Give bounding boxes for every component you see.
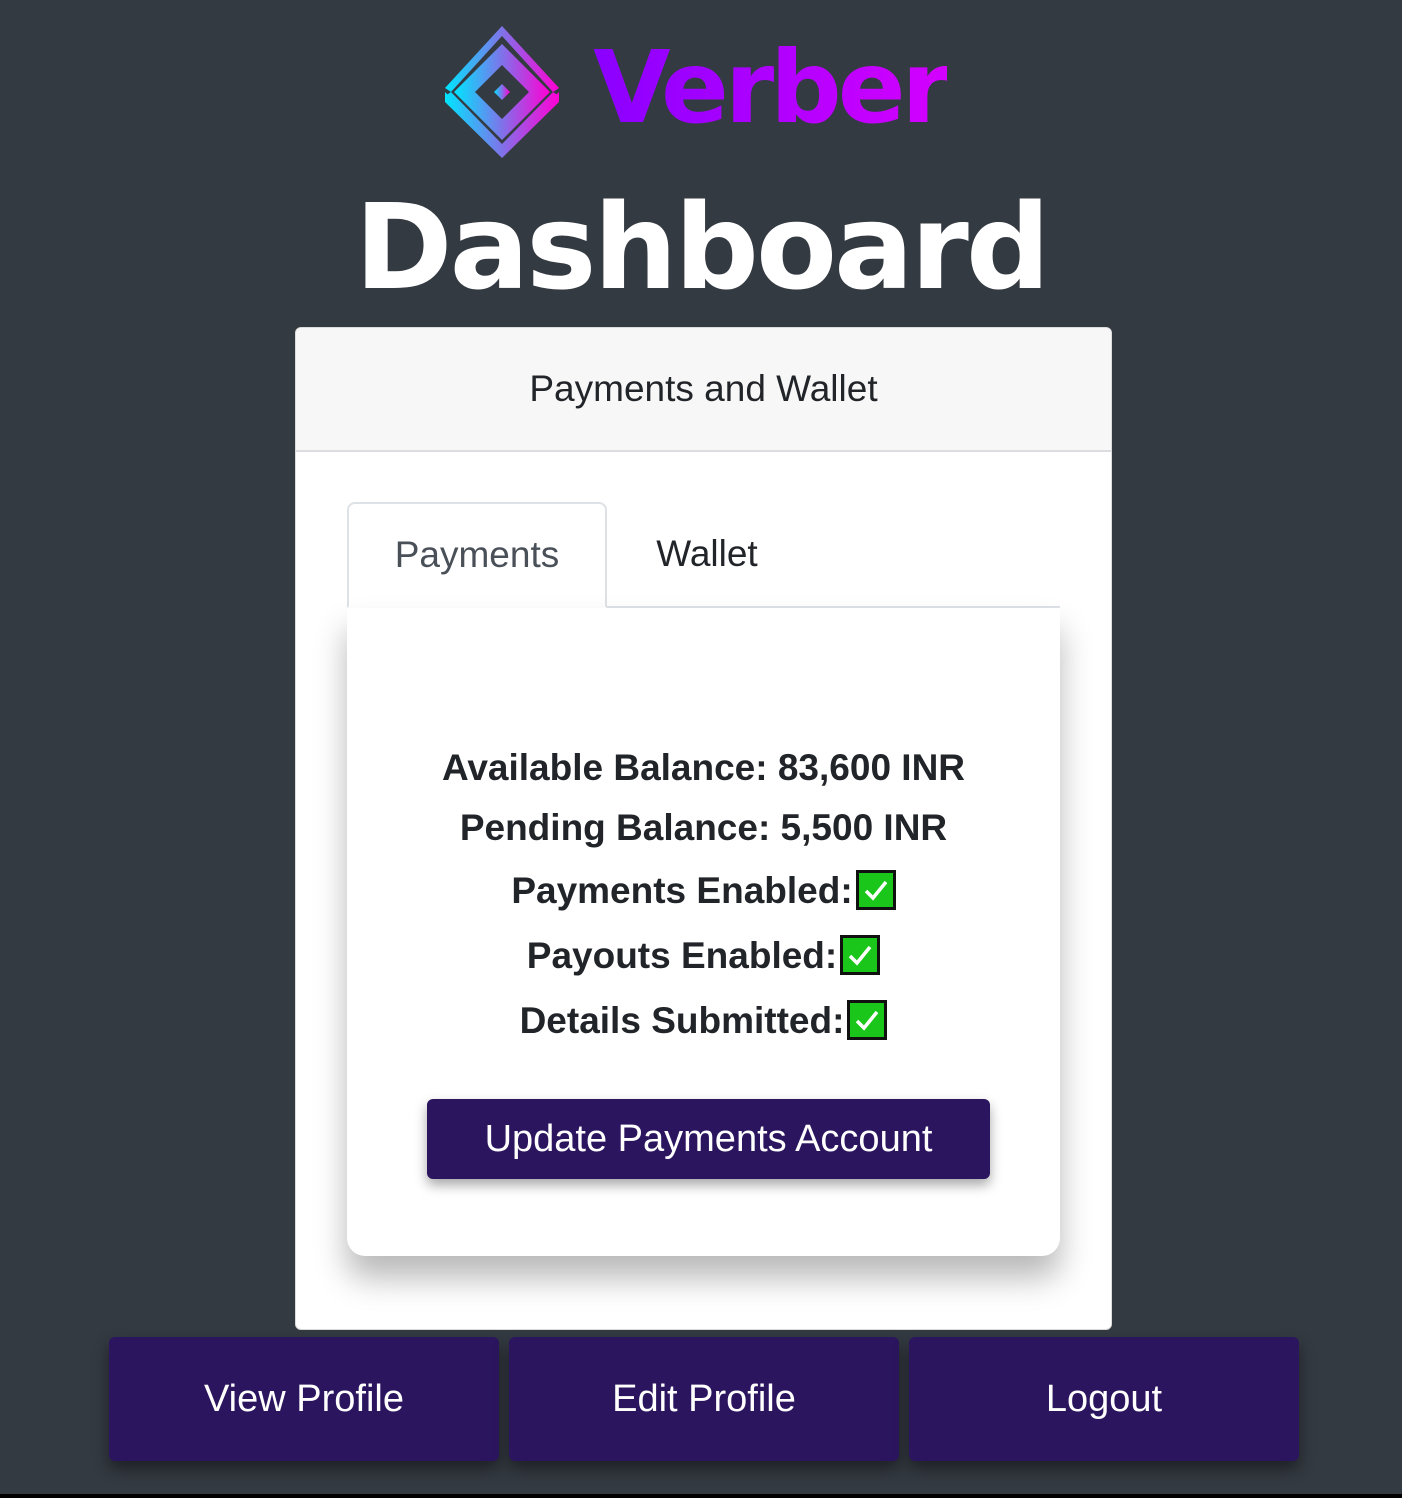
card-header: Payments and Wallet (296, 328, 1111, 452)
payment-stats: Available Balance: 83,600 INR Pending Ba… (347, 738, 1060, 1053)
green-checkmark-icon (840, 935, 881, 976)
brand-name: Verber (593, 29, 951, 146)
details-submitted-row: Details Submitted: (347, 988, 1060, 1053)
details-submitted-label: Details Submitted: (519, 1000, 845, 1041)
page-background: Verber Dashboard Payments and Wallet Pay… (0, 0, 1402, 1494)
brand-header: Verber (0, 22, 1402, 162)
payments-wallet-card: Payments and Wallet Payments Wallet Avai… (295, 327, 1112, 1330)
page-title: Dashboard (354, 178, 1051, 316)
update-payments-account-button[interactable]: Update Payments Account (427, 1099, 990, 1179)
payouts-enabled-label: Payouts Enabled: (526, 935, 838, 976)
edit-profile-button[interactable]: Edit Profile (509, 1337, 899, 1461)
pending-balance: Pending Balance: 5,500 INR (459, 807, 948, 848)
payments-enabled-label: Payments Enabled: (511, 870, 853, 911)
tab-bar: Payments Wallet (347, 502, 1060, 608)
layered-diamond-logo-icon (445, 26, 560, 158)
green-checkmark-icon (855, 870, 896, 911)
tab-wallet[interactable]: Wallet (607, 502, 807, 606)
bottom-divider (0, 1494, 1402, 1498)
green-checkmark-icon (847, 1000, 888, 1041)
payouts-enabled-row: Payouts Enabled: (347, 923, 1060, 988)
payments-panel: Available Balance: 83,600 INR Pending Ba… (347, 608, 1060, 1256)
tab-payments[interactable]: Payments (347, 502, 607, 608)
logout-button[interactable]: Logout (909, 1337, 1299, 1461)
available-balance: Available Balance: 83,600 INR (441, 747, 966, 788)
view-profile-button[interactable]: View Profile (109, 1337, 499, 1461)
payments-enabled-row: Payments Enabled: (347, 858, 1060, 923)
